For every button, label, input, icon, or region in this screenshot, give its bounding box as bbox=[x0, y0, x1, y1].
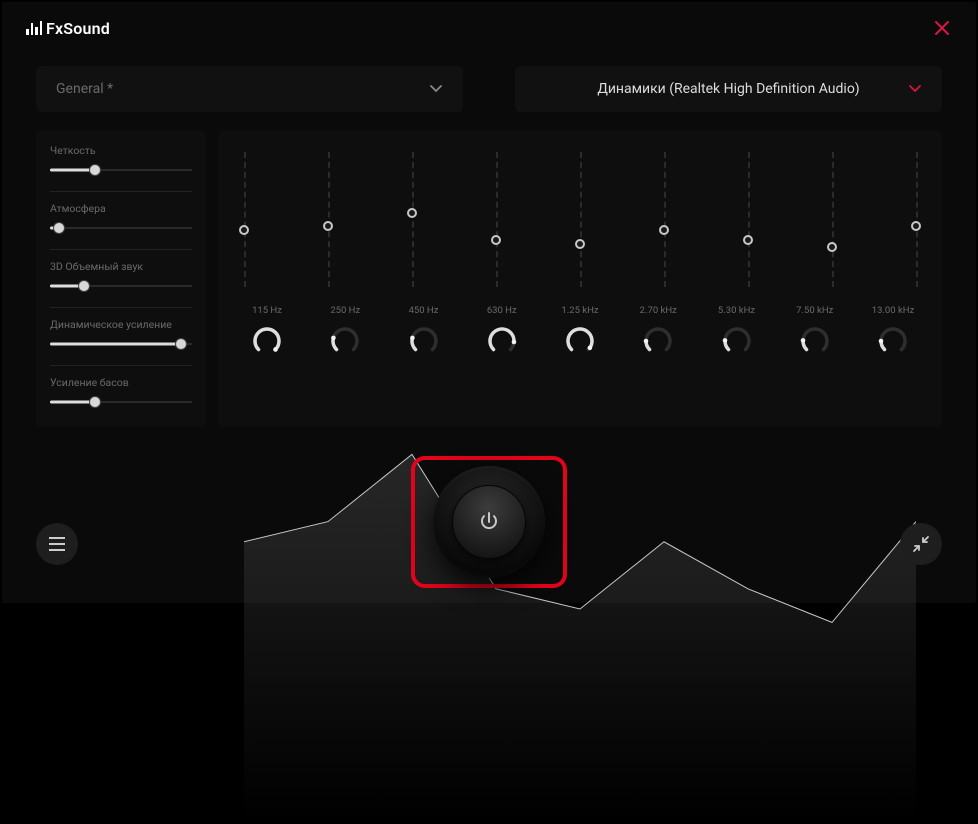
preset-dropdown[interactable]: General * bbox=[36, 66, 463, 112]
slider-thumb[interactable] bbox=[78, 280, 90, 292]
eq-node[interactable] bbox=[407, 208, 417, 218]
preset-label: General * bbox=[56, 81, 113, 97]
eq-gain-knob[interactable] bbox=[565, 326, 595, 356]
eq-gridline bbox=[916, 152, 918, 287]
slider-track[interactable] bbox=[50, 395, 192, 409]
app-name: FxSound bbox=[46, 19, 110, 38]
close-button[interactable] bbox=[930, 16, 954, 40]
eq-gridline bbox=[412, 152, 414, 287]
titlebar: FxSound bbox=[2, 2, 976, 48]
eq-gain-knob[interactable] bbox=[330, 326, 360, 356]
eq-gain-knob[interactable] bbox=[643, 326, 673, 356]
eq-gridline bbox=[664, 152, 666, 287]
hamburger-icon bbox=[49, 537, 65, 551]
effect-slider[interactable]: Четкость bbox=[50, 144, 192, 177]
eq-gridline bbox=[496, 152, 498, 287]
eq-node[interactable] bbox=[323, 221, 333, 231]
effects-panel: Четкость Атмосфера 3D Объемный звук Динамич… bbox=[36, 130, 206, 427]
app-window: FxSound General * Динамики (Realtek High… bbox=[2, 2, 976, 603]
slider-track[interactable] bbox=[50, 163, 192, 177]
slider-label: Динамическое усиление bbox=[50, 318, 192, 331]
effect-slider[interactable]: 3D Объемный звук bbox=[50, 260, 192, 293]
eq-gridline bbox=[748, 152, 750, 287]
eq-gain-knob[interactable] bbox=[722, 326, 752, 356]
slider-label: Четкость bbox=[50, 144, 192, 157]
top-row: General * Динамики (Realtek High Definit… bbox=[36, 66, 942, 112]
eq-gridline bbox=[328, 152, 330, 287]
slider-label: 3D Объемный звук bbox=[50, 260, 192, 273]
menu-button[interactable] bbox=[36, 523, 78, 565]
power-icon bbox=[477, 510, 501, 534]
slider-thumb[interactable] bbox=[89, 396, 101, 408]
slider-track[interactable] bbox=[50, 337, 192, 351]
slider-thumb[interactable] bbox=[89, 164, 101, 176]
eq-gain-knob[interactable] bbox=[878, 326, 908, 356]
eq-gridline bbox=[832, 152, 834, 287]
slider-track[interactable] bbox=[50, 221, 192, 235]
eq-graph[interactable] bbox=[244, 152, 916, 287]
effect-slider[interactable]: Динамическое усиление bbox=[50, 318, 192, 351]
eq-gridline bbox=[580, 152, 582, 287]
slider-thumb[interactable] bbox=[53, 222, 65, 234]
eq-node[interactable] bbox=[911, 221, 921, 231]
chevron-down-icon bbox=[908, 84, 922, 94]
eq-node[interactable] bbox=[827, 242, 837, 252]
bottom-row bbox=[2, 457, 976, 587]
slider-label: Усиление басов bbox=[50, 376, 192, 389]
chevron-down-icon bbox=[429, 84, 443, 94]
slider-track[interactable] bbox=[50, 279, 192, 293]
eq-gain-knob[interactable] bbox=[800, 326, 830, 356]
eq-node[interactable] bbox=[239, 225, 249, 235]
device-label: Динамики (Realtek High Definition Audio) bbox=[597, 81, 859, 97]
slider-label: Атмосфера bbox=[50, 202, 192, 215]
logo-bars-icon bbox=[26, 21, 42, 35]
eq-node[interactable] bbox=[575, 239, 585, 249]
slider-thumb[interactable] bbox=[175, 338, 187, 350]
eq-gain-knob[interactable] bbox=[409, 326, 439, 356]
power-button[interactable] bbox=[433, 466, 545, 578]
effect-slider[interactable]: Атмосфера bbox=[50, 202, 192, 235]
app-logo: FxSound bbox=[26, 19, 110, 38]
eq-gain-knob[interactable] bbox=[252, 326, 282, 356]
eq-gain-knob[interactable] bbox=[487, 326, 517, 356]
output-device-dropdown[interactable]: Динамики (Realtek High Definition Audio) bbox=[515, 66, 942, 112]
power-area bbox=[433, 466, 545, 578]
eq-node[interactable] bbox=[743, 235, 753, 245]
equalizer-panel: 115 Hz250 Hz450 Hz630 Hz1.25 kHz2.70 kHz… bbox=[218, 130, 942, 427]
close-icon bbox=[934, 20, 950, 36]
content-area: General * Динамики (Realtek High Definit… bbox=[2, 48, 976, 427]
mid-row: Четкость Атмосфера 3D Объемный звук Динамич… bbox=[36, 130, 942, 427]
eq-gridline bbox=[244, 152, 246, 287]
collapse-icon bbox=[913, 536, 929, 552]
power-button-inner bbox=[452, 485, 526, 559]
eq-node[interactable] bbox=[491, 235, 501, 245]
eq-node[interactable] bbox=[659, 225, 669, 235]
collapse-button[interactable] bbox=[900, 523, 942, 565]
effect-slider[interactable]: Усиление басов bbox=[50, 376, 192, 409]
